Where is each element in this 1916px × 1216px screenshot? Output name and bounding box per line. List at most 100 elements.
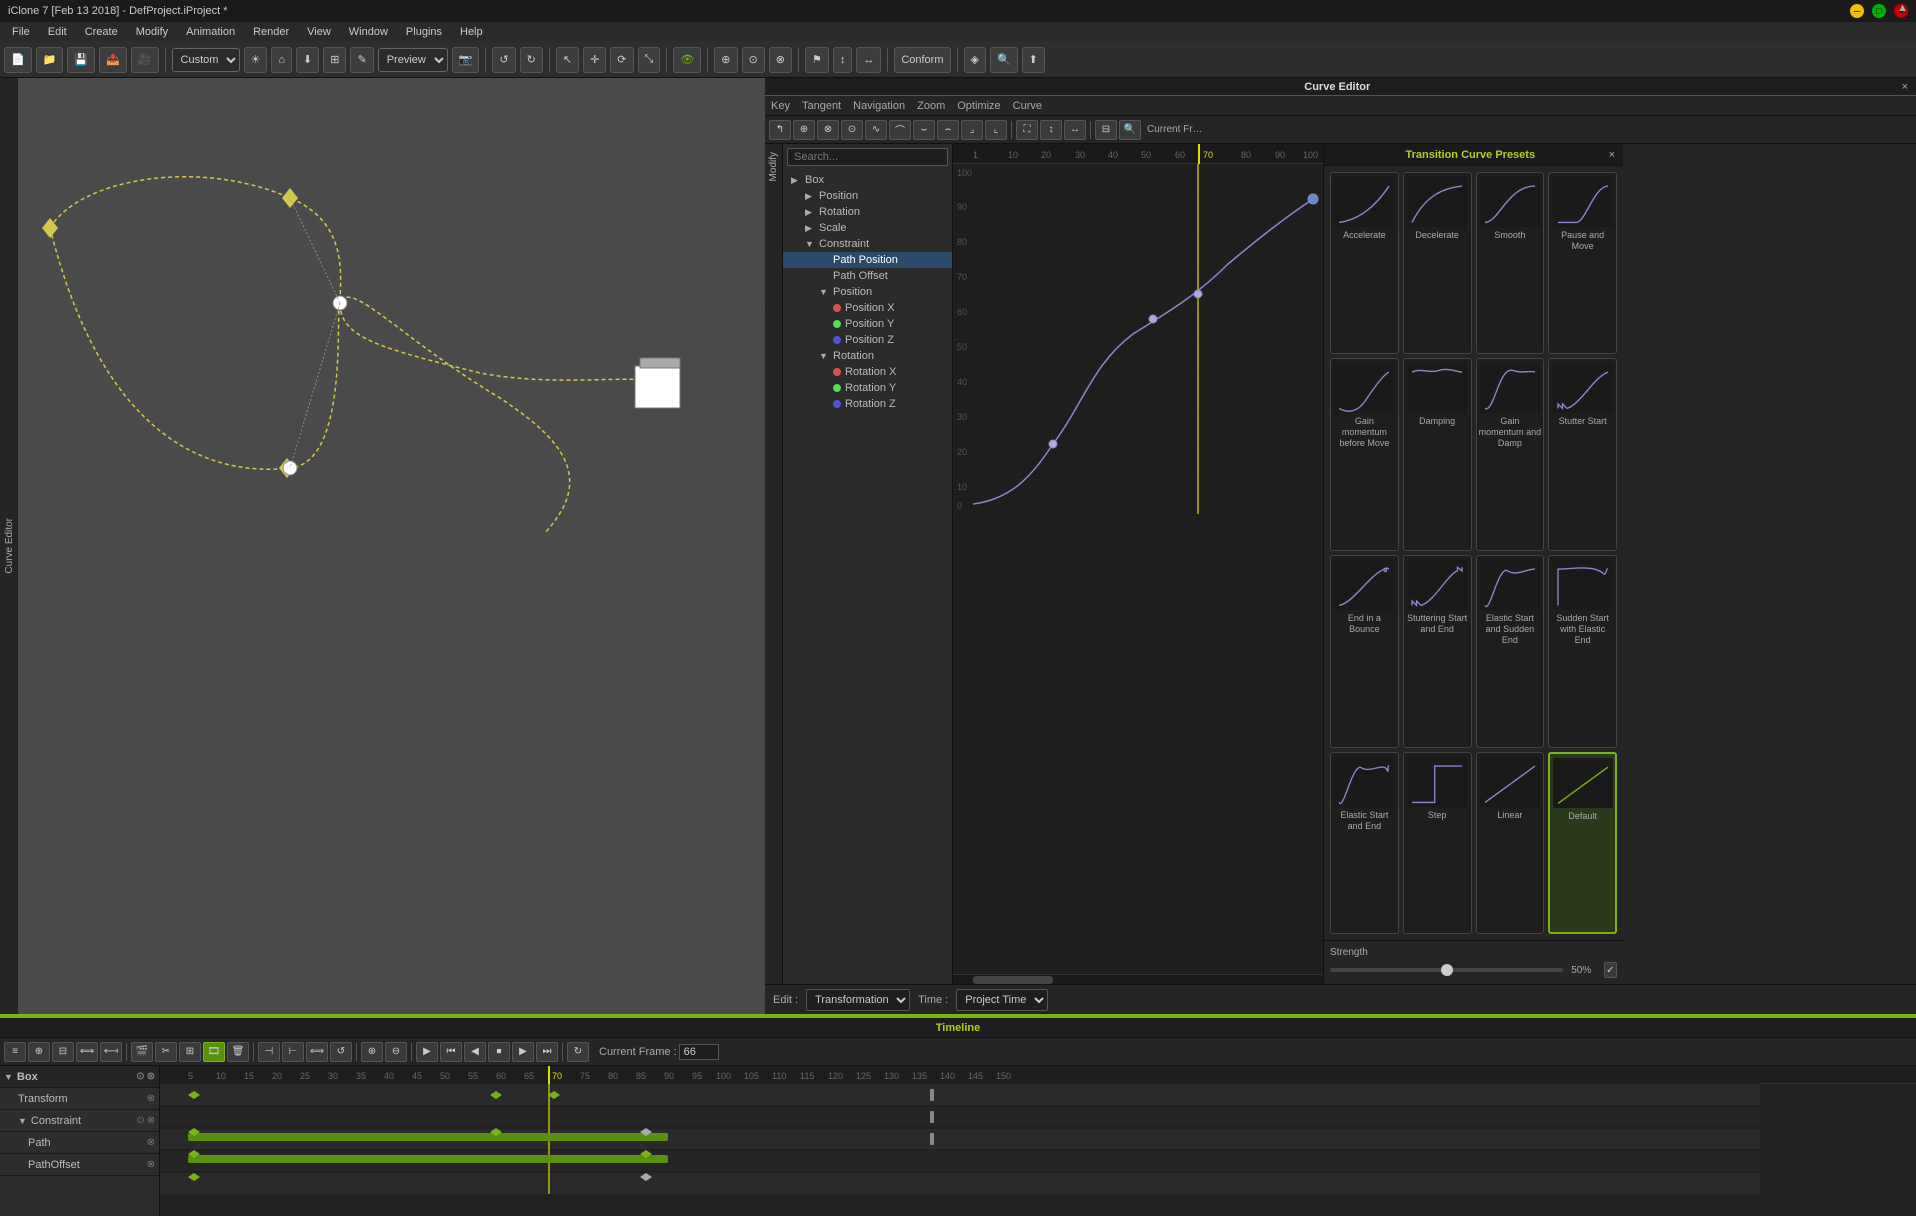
tree-arrow-0[interactable]: ▶ — [791, 175, 801, 186]
tl-btn-green[interactable]: 🎞 — [203, 1042, 225, 1062]
tree-item-5[interactable]: Path Position — [783, 252, 952, 268]
tool5[interactable]: ↕ — [833, 47, 853, 73]
export-button[interactable]: 📤 — [99, 47, 127, 73]
tool6[interactable]: ↔ — [856, 47, 881, 73]
tree-item-9[interactable]: Position Y — [783, 316, 952, 332]
track-icon-1-0[interactable]: ⊗ — [147, 1093, 155, 1104]
tl-btn-zoom-out[interactable]: ⊖ — [385, 1042, 407, 1062]
preset-elastic_sudden[interactable]: Elastic Start and Sudden End — [1476, 555, 1545, 748]
video-button[interactable]: 📷 — [452, 47, 480, 73]
menu-item-create[interactable]: Create — [77, 24, 126, 40]
curve-tool-10[interactable]: ⌞ — [985, 120, 1007, 140]
loop-toggle[interactable]: ↻ — [567, 1042, 589, 1062]
tl-btn-add[interactable]: ⊕ — [28, 1042, 50, 1062]
conform-button[interactable]: Conform — [894, 47, 950, 73]
camera-button[interactable]: 🎥 — [131, 47, 159, 73]
curve-tool-2[interactable]: ⊕ — [793, 120, 815, 140]
curve-graph[interactable]: 100 90 80 70 60 50 40 30 20 10 0 — [953, 164, 1323, 984]
down-button[interactable]: ⬇ — [296, 47, 319, 73]
menu-item-modify[interactable]: Modify — [128, 24, 176, 40]
tl-btn-copy[interactable]: ⟺ — [76, 1042, 98, 1062]
undo-button[interactable]: ↺ — [492, 47, 515, 73]
stop-button[interactable]: ⏹ — [488, 1042, 510, 1062]
current-frame-input[interactable] — [679, 1044, 719, 1060]
scale-button[interactable]: ⤡ — [638, 47, 661, 73]
tree-item-8[interactable]: Position X — [783, 300, 952, 316]
tree-item-4[interactable]: ▼Constraint — [783, 236, 952, 252]
tree-item-12[interactable]: Rotation X — [783, 364, 952, 380]
diamond-button[interactable]: ◈ — [964, 47, 986, 73]
preset-sudden_elastic[interactable]: Sudden Start with Elastic End — [1548, 555, 1617, 748]
tab-tangent[interactable]: Tangent — [802, 98, 841, 114]
tl-btn-zoom-in[interactable]: ⊕ — [361, 1042, 383, 1062]
menu-item-help[interactable]: Help — [452, 24, 491, 40]
next-key-button[interactable]: ⏭ — [536, 1042, 558, 1062]
tree-arrow-4[interactable]: ▼ — [805, 239, 815, 249]
search-btn[interactable]: 🔍 — [990, 47, 1018, 73]
menu-item-edit[interactable]: Edit — [40, 24, 75, 40]
curve-tool-14[interactable]: ⊟ — [1095, 120, 1117, 140]
new-button[interactable]: 📄 — [4, 47, 32, 73]
grid-button[interactable]: ⊞ — [323, 47, 346, 73]
save-button[interactable]: 💾 — [67, 47, 95, 73]
tree-item-0[interactable]: ▶Box — [783, 172, 952, 188]
preset-stutter_start[interactable]: Stutter Start — [1548, 358, 1617, 551]
tl-btn-merge[interactable]: ⊞ — [179, 1042, 201, 1062]
track-icon-2-0[interactable]: ⊙ — [136, 1115, 144, 1126]
preset-gain_momentum_before[interactable]: Gain momentum before Move — [1330, 358, 1399, 551]
track-expand-2[interactable]: ▼ — [18, 1116, 27, 1126]
rotate-button[interactable]: ⟳ — [610, 47, 633, 73]
tree-arrow-3[interactable]: ▶ — [805, 223, 815, 234]
strip-modify[interactable]: Modify — [766, 144, 781, 189]
curve-tool-13[interactable]: ↔ — [1064, 120, 1086, 140]
preset-elastic_end[interactable]: Elastic Start and End — [1330, 752, 1399, 934]
timeline-content[interactable]: 5 10 15 20 25 30 35 40 45 50 55 60 65 70… — [160, 1066, 1916, 1216]
move-button[interactable]: ✛ — [583, 47, 606, 73]
tl-btn-split[interactable]: ⊣ — [258, 1042, 280, 1062]
home-button[interactable]: ⌂ — [271, 47, 292, 73]
track-icon-4-0[interactable]: ⊗ — [147, 1159, 155, 1170]
preset-pause_move[interactable]: Pause and Move — [1548, 172, 1617, 354]
track-expand-0[interactable]: ▼ — [4, 1072, 13, 1082]
strength-slider[interactable] — [1330, 968, 1563, 972]
custom-select[interactable]: Custom — [172, 48, 240, 72]
menu-item-view[interactable]: View — [299, 24, 339, 40]
preset-end_in_bounce[interactable]: End in a Bounce — [1330, 555, 1399, 748]
edit-btn[interactable]: ✎ — [350, 47, 373, 73]
tab-navigation[interactable]: Navigation — [853, 98, 905, 114]
menu-item-plugins[interactable]: Plugins — [398, 24, 450, 40]
preset-default[interactable]: Default — [1548, 752, 1617, 934]
tree-item-3[interactable]: ▶Scale — [783, 220, 952, 236]
curve-editor-close[interactable]: × — [1902, 81, 1908, 93]
presets-close[interactable]: × — [1609, 149, 1615, 161]
menu-item-render[interactable]: Render — [245, 24, 297, 40]
strength-apply[interactable]: ✓ — [1604, 962, 1617, 978]
curve-tool-5[interactable]: ∿ — [865, 120, 887, 140]
curve-tool-11[interactable]: ⛶ — [1016, 120, 1038, 140]
tl-btn-delete[interactable]: 🗑 — [227, 1042, 249, 1062]
tool4[interactable]: ⚑ — [805, 47, 829, 73]
tl-btn-clip[interactable]: 🎬 — [131, 1042, 153, 1062]
play-button[interactable]: ▶ — [416, 1042, 438, 1062]
preset-stuttering_sudden[interactable]: Stuttering Start and End — [1403, 555, 1472, 748]
preset-step[interactable]: Step — [1403, 752, 1472, 934]
tree-arrow-2[interactable]: ▶ — [805, 207, 815, 218]
menu-item-file[interactable]: File — [4, 24, 38, 40]
tree-arrow-7[interactable]: ▼ — [819, 287, 829, 297]
curve-tool-15[interactable]: 🔍 — [1119, 120, 1141, 140]
tl-btn-remove[interactable]: ⊟ — [52, 1042, 74, 1062]
curve-tool-9[interactable]: ⌟ — [961, 120, 983, 140]
tool1[interactable]: ⊕ — [714, 47, 737, 73]
preset-gain_momentum_damp[interactable]: Gain momentum and Damp — [1476, 358, 1545, 551]
curve-tool-12[interactable]: ↕ — [1040, 120, 1062, 140]
tool3[interactable]: ⊗ — [769, 47, 792, 73]
minimize-button[interactable]: ─ — [1850, 4, 1864, 18]
preset-decelerate[interactable]: Decelerate — [1403, 172, 1472, 354]
select-button[interactable]: ↖ — [556, 47, 579, 73]
sun-button[interactable]: ☀ — [244, 47, 268, 73]
tree-item-2[interactable]: ▶Rotation — [783, 204, 952, 220]
timeline-expand[interactable]: ▲ — [1897, 2, 1908, 14]
menu-item-window[interactable]: Window — [341, 24, 396, 40]
curve-tool-4[interactable]: ⊙ — [841, 120, 863, 140]
tree-arrow-11[interactable]: ▼ — [819, 351, 829, 361]
